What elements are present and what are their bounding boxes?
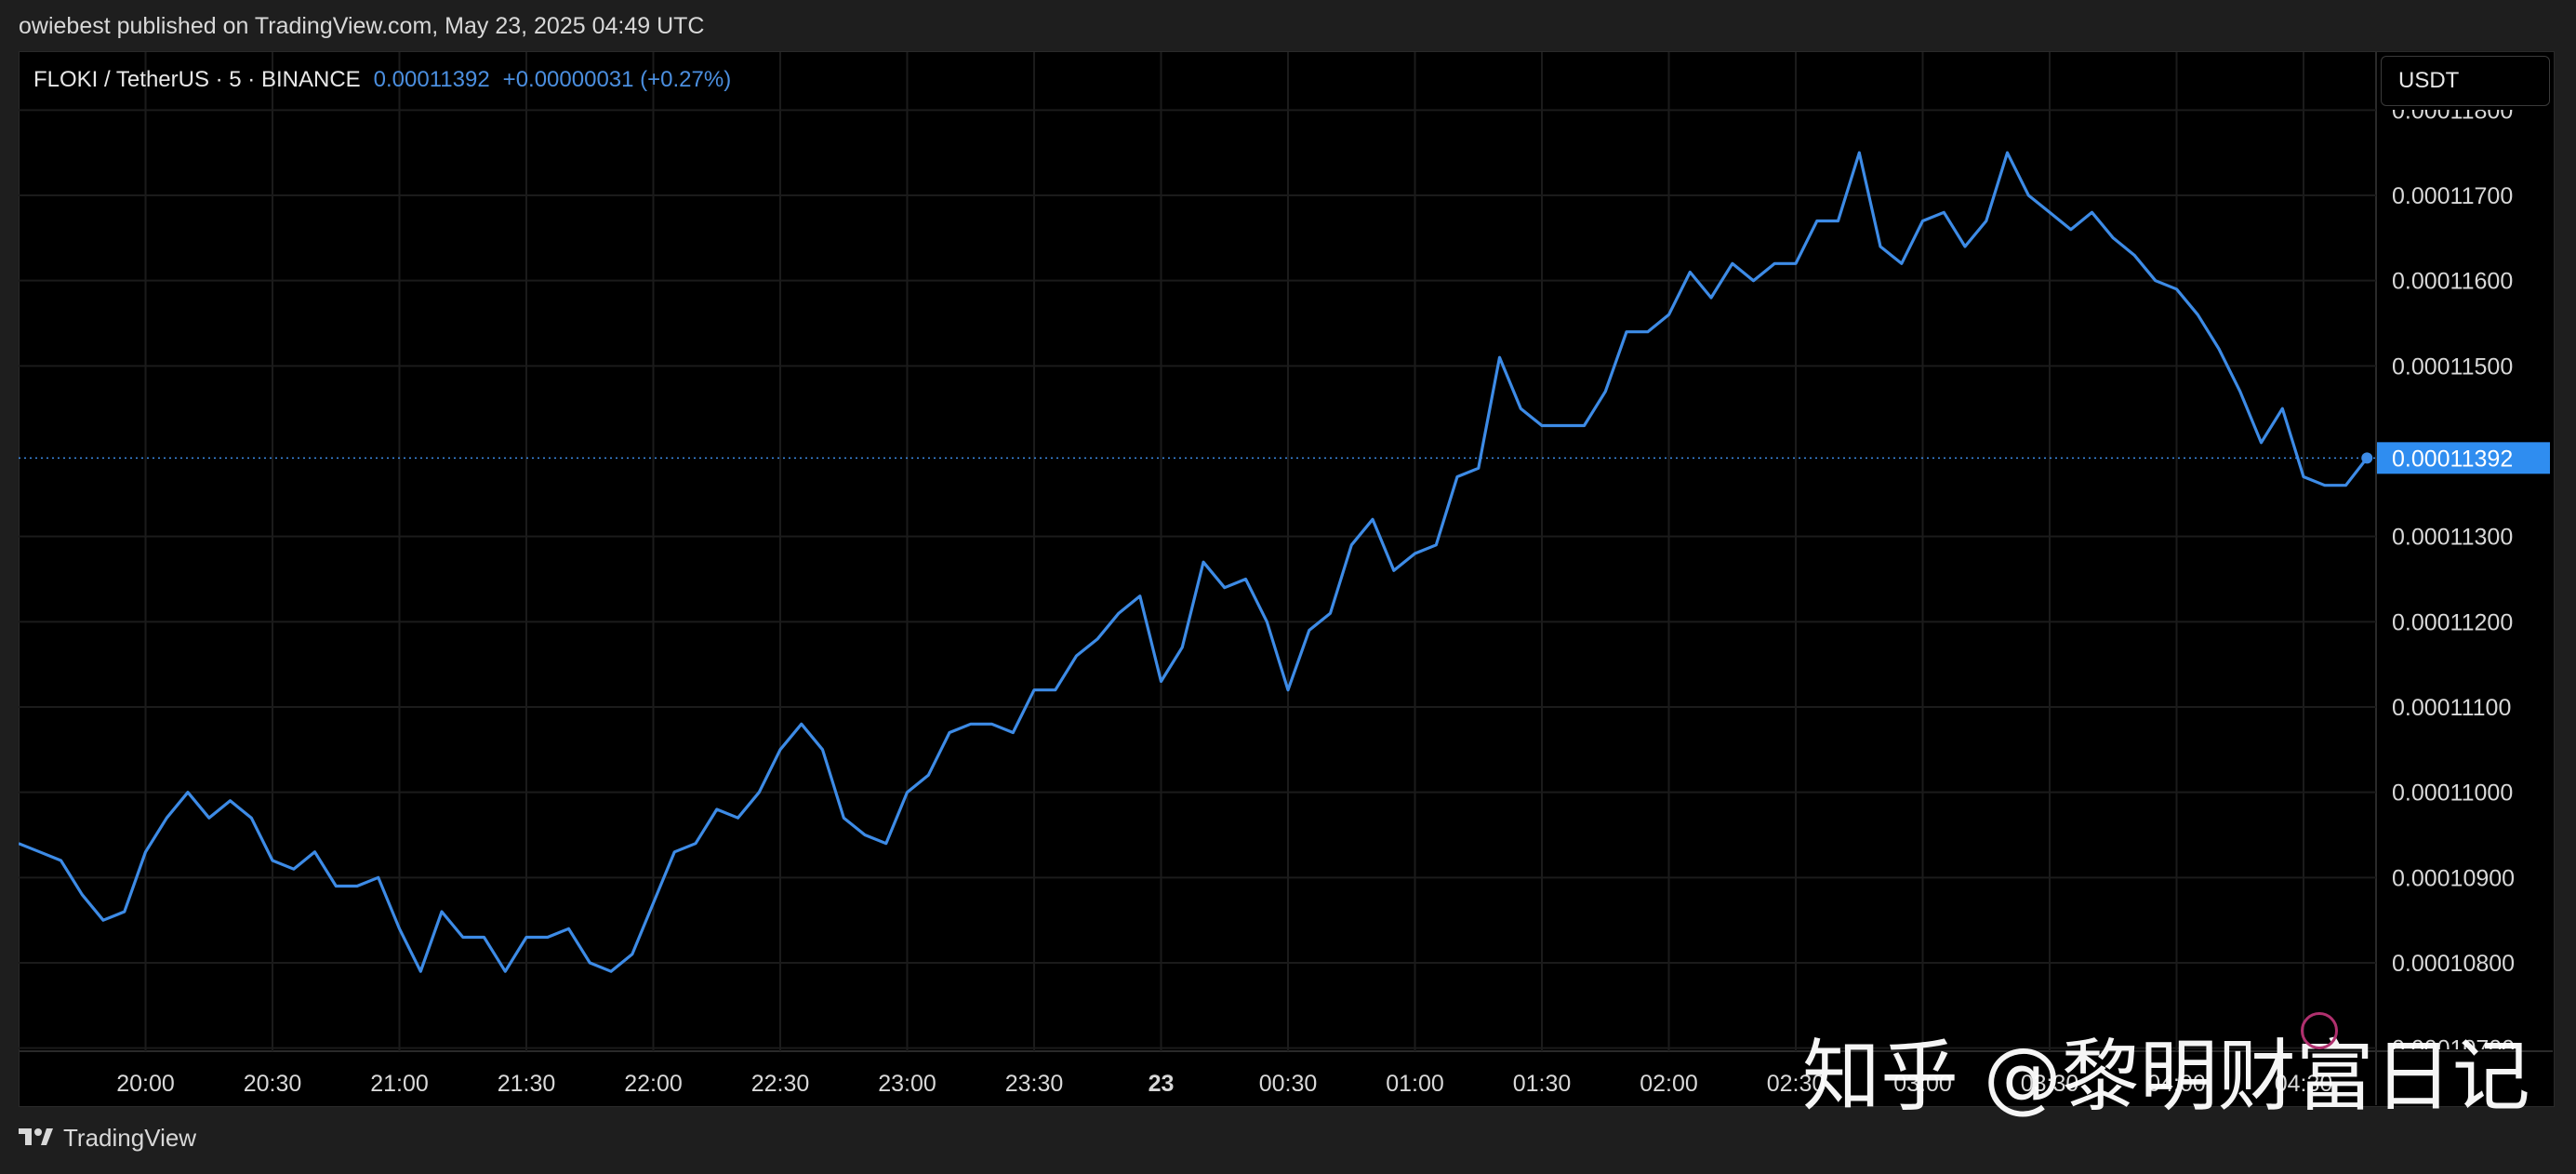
x-tick-label: 20:00 [116, 1071, 175, 1097]
y-tick-label: 0.00011500 [2392, 354, 2513, 380]
x-tick-label: 23 [1149, 1071, 1175, 1097]
x-tick-label: 02:00 [1640, 1071, 1698, 1097]
symbol-title: FLOKI / TetherUS · 5 · BINANCE [33, 67, 361, 92]
watermark-text: 知乎 @黎明财富日记 [1802, 1031, 2530, 1122]
y-tick-label: 0.00011700 [2392, 183, 2513, 209]
y-tick-label: 0.00011200 [2392, 609, 2513, 635]
symbol-legend[interactable]: FLOKI / TetherUS · 5 · BINANCE 0.00011392… [33, 67, 731, 93]
x-tick-label: 01:00 [1386, 1071, 1444, 1097]
x-tick-label: 21:00 [370, 1071, 429, 1097]
x-tick-label: 22:30 [751, 1071, 810, 1097]
chart-grid [19, 52, 2553, 1105]
currency-selector[interactable]: USDT [2381, 56, 2550, 106]
price-line[interactable] [19, 151, 2369, 973]
price-change: +0.00000031 (+0.27%) [502, 67, 732, 92]
y-tick-label: 0.00011100 [2392, 695, 2511, 721]
price-axis: 0.00011700 0.00011600 0.00011500 0.00011300… [2392, 110, 2515, 1049]
price-chart[interactable]: 0.00011700 0.00011600 0.00011500 0.00011300… [0, 0, 2576, 1174]
x-tick-label: 21:30 [498, 1071, 556, 1097]
x-tick-label: 22:00 [624, 1071, 683, 1097]
footer: TradingView [19, 1124, 196, 1153]
current-price-label: 0.00011392 [2392, 446, 2513, 472]
y-tick-label: 0.00010800 [2392, 951, 2515, 977]
y-tick-label: 0.00010900 [2392, 865, 2515, 891]
y-tick-label: 0.00011000 [2392, 780, 2513, 807]
last-price: 0.00011392 [373, 67, 490, 92]
price-series: 0.00011392 [19, 151, 2550, 973]
y-tick-label: 0.00011300 [2392, 525, 2513, 551]
tradingview-logo-icon [19, 1127, 53, 1145]
x-tick-label: 00:30 [1259, 1071, 1318, 1097]
x-tick-label: 20:30 [244, 1071, 302, 1097]
footer-brand[interactable]: TradingView [63, 1124, 196, 1153]
y-tick-label: 0.00011600 [2392, 269, 2513, 295]
x-tick-label: 01:30 [1513, 1071, 1572, 1097]
x-tick-label: 23:30 [1005, 1071, 1064, 1097]
last-price-dot [2361, 452, 2373, 464]
watermark-badge-icon [2301, 1012, 2338, 1049]
x-tick-label: 23:00 [878, 1071, 936, 1097]
